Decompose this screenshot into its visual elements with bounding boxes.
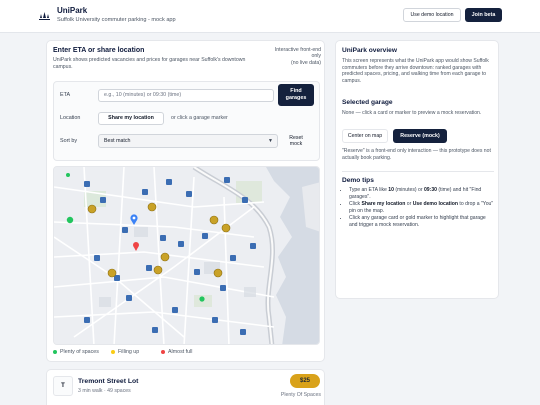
availability-status: Plenty Of Spaces <box>280 392 321 398</box>
tip-item: Type an ETA like 10 (minutes) or 09:30 (… <box>349 187 495 200</box>
price-badge: $25 <box>290 374 320 388</box>
eta-label: ETA <box>60 92 71 98</box>
legend-label: Plenty of spaces <box>60 349 99 355</box>
legend-label: Almost full <box>168 349 193 355</box>
use-demo-location-button[interactable]: Use demo location <box>403 8 461 22</box>
search-form: ETA e.g., 10 (minutes) or 09:30 (time) F… <box>53 81 320 161</box>
overview-panel: UniPark overview This screen represents … <box>335 40 499 299</box>
legend-label: Filling up <box>118 349 140 355</box>
divider <box>342 171 494 172</box>
garage-meta: 3 min walk · 49 spaces <box>78 388 131 394</box>
selected-garage-title: Selected garage <box>342 99 393 106</box>
tip-text: Click any garage card or gold marker to … <box>349 215 486 228</box>
university-logo-icon <box>39 12 50 20</box>
search-subtitle: UniPark shows predicted vacancies and pr… <box>53 57 246 70</box>
reserve-mock-button[interactable]: Reserve (mock) <box>393 129 447 143</box>
join-beta-button[interactable]: Join beta <box>465 8 502 22</box>
sort-select[interactable]: Best match ▼ <box>98 134 278 148</box>
map-legend: Plenty of spaces Filling up Almost full <box>53 349 320 359</box>
brand-tagline: Suffolk University commuter parking - mo… <box>57 17 176 23</box>
tip-strong: Use demo location <box>412 201 459 208</box>
note-line: (no live data) <box>291 59 321 66</box>
garage-card[interactable]: T Tremont Street Lot 3 min walk · 49 spa… <box>46 369 325 405</box>
center-on-map-button[interactable]: Center on map <box>342 129 388 143</box>
search-card: Enter ETA or share location UniPark show… <box>46 40 325 362</box>
tip-text: Type an ETA like <box>349 187 389 193</box>
marker-hint: or click a garage marker <box>171 115 228 121</box>
share-location-button[interactable]: Share my location <box>98 112 164 125</box>
tip-strong: 09:30 <box>423 187 437 193</box>
find-garages-label: garages <box>285 94 307 101</box>
front-end-note: Interactive front-end only (no live data… <box>261 47 321 66</box>
overview-title: UniPark overview <box>342 47 397 54</box>
tip-text: or <box>405 201 413 208</box>
tip-item: Click Share my location or Use demo loca… <box>349 201 495 214</box>
app-header: UniPark Suffolk University commuter park… <box>0 0 540 33</box>
reset-mock-button[interactable]: Reset mock <box>282 133 310 150</box>
find-garages-button[interactable]: Find garages <box>278 84 314 106</box>
search-title: Enter ETA or share location <box>53 47 145 54</box>
legend-filling: Filling up <box>111 349 139 355</box>
demo-tips-list: Type an ETA like 10 (minutes) or 09:30 (… <box>349 187 495 230</box>
demo-tips-title: Demo tips <box>342 177 374 184</box>
garage-initial-icon: T <box>53 376 73 396</box>
tip-text: Click <box>349 201 362 208</box>
legend-dot-icon <box>161 350 165 354</box>
legend-plenty: Plenty of spaces <box>53 349 99 355</box>
selected-garage-body: None — click a card or marker to preview… <box>342 110 482 116</box>
reserve-note: "Reserve" is a front-end only interactio… <box>342 148 491 161</box>
tip-text: (minutes) or <box>393 187 424 193</box>
garage-name: Tremont Street Lot <box>78 378 139 385</box>
brand-name: UniPark <box>57 6 88 15</box>
tip-strong: Share my location <box>361 201 406 208</box>
legend-dot-icon <box>111 350 115 354</box>
reset-label: mock <box>289 141 303 147</box>
tip-item: Click any garage card or gold marker to … <box>349 215 495 228</box>
garage-map[interactable] <box>53 166 320 345</box>
sort-value: Best match <box>104 138 131 144</box>
location-label: Location <box>60 115 81 121</box>
overview-body: This screen represents what the UniPark … <box>342 58 489 84</box>
map-canvas[interactable] <box>54 167 320 345</box>
chevron-down-icon: ▼ <box>268 138 273 144</box>
sort-label: Sort by <box>60 138 78 144</box>
legend-dot-icon <box>53 350 57 354</box>
eta-input[interactable]: e.g., 10 (minutes) or 09:30 (time) <box>98 89 274 102</box>
legend-almost-full: Almost full <box>161 349 192 355</box>
